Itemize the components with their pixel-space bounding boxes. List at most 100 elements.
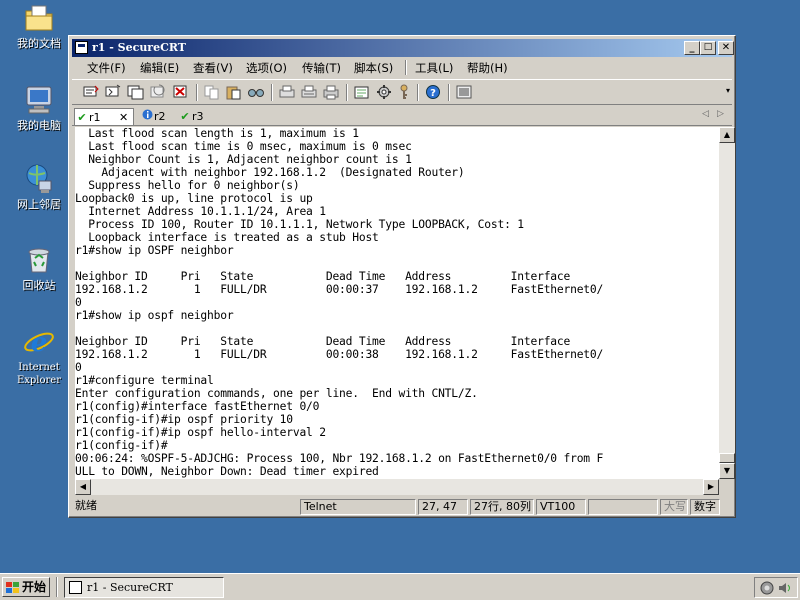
tab-label: r3 [192,110,204,123]
status-num-lock: 数字 [690,499,720,515]
status-emulation: VT100 [536,499,586,515]
paste-icon[interactable] [225,84,243,100]
copy-icon[interactable] [203,84,221,100]
session-options-icon[interactable] [353,84,371,100]
disconnect-icon[interactable] [172,84,190,100]
key-map-icon[interactable] [395,84,413,100]
menu-options[interactable]: 选项(O) [246,60,287,76]
terminal-line: Loopback0 is up, line protocol is up [75,192,313,205]
title-bar[interactable]: r1 - SecureCRT _ □ ✕ [72,39,734,57]
find-icon[interactable] [247,84,265,100]
menu-file[interactable]: 文件(F) [87,60,126,76]
svg-text:?: ? [430,88,436,99]
menu-edit[interactable]: 编辑(E) [140,60,179,76]
terminal-line: Neighbor Count is 1, Adjacent neighbor c… [75,153,412,166]
scroll-right-icon[interactable]: ▶ [703,479,719,495]
print-selection-icon[interactable] [300,84,318,100]
terminal-line: 192.168.1.2 1 FULL/DR 00:00:38 192.168.1… [75,348,604,361]
vertical-scrollbar[interactable]: ▲ ▼ [719,127,735,479]
terminal-line: ULL to DOWN, Neighbor Down: Dead timer e… [75,465,379,478]
toolbar-separator [417,84,419,101]
terminal-line: 0 [75,296,82,309]
scroll-down-icon[interactable]: ▼ [719,463,735,479]
terminal-line: Internet Address 10.1.1.1/24, Area 1 [75,205,326,218]
my-computer-icon [23,84,55,116]
help-icon[interactable]: ? [424,84,442,100]
tray-volume-icon[interactable] [777,580,793,596]
terminal-output[interactable]: Last flood scan length is 1, maximum is … [75,127,719,479]
maximize-button[interactable]: □ [700,41,716,55]
horizontal-scrollbar[interactable]: ◀ ▶ [75,479,719,495]
window-title: r1 - SecureCRT [92,41,186,54]
status-protocol: Telnet [300,499,416,515]
menu-transfer[interactable]: 传输(T) [302,60,341,76]
taskbar-separator [56,577,58,597]
reconnect-icon[interactable] [149,84,167,100]
about-icon[interactable] [455,84,473,100]
connect-tab-icon[interactable] [127,84,145,100]
status-bar: 就绪 Telnet 27, 47 27行, 80列 VT100 大写 数字 [72,498,732,516]
tray-network-icon[interactable] [759,580,775,596]
taskbar-securecrt-button[interactable]: r1 - SecureCRT [64,577,224,598]
tab-label: r1 [89,111,101,124]
desktop-icon-recycle-bin[interactable]: 回收站 [8,244,70,292]
desktop-icon-label: 我的文档 [17,37,61,50]
menu-help[interactable]: 帮助(H) [467,60,508,76]
toolbar-separator [448,84,450,101]
system-tray [754,577,798,598]
status-blank [588,499,658,515]
svg-text:e: e [31,328,48,358]
minimize-button[interactable]: _ [684,41,700,55]
tab-r2[interactable]: r2 [140,108,174,125]
terminal-line: Neighbor ID Pri State Dead Time Address … [75,335,571,348]
scroll-up-icon[interactable]: ▲ [719,127,735,143]
taskbar: 开始 r1 - SecureCRT [0,573,800,600]
tab-scroll-left-icon[interactable]: ◁ [702,109,709,119]
desktop-icon-my-documents[interactable]: 我的文档 [8,2,70,50]
start-button[interactable]: 开始 [2,577,50,597]
terminal-line: r1#show ip OSPF neighbor [75,244,234,257]
desktop-icon-my-computer[interactable]: 我的电脑 [8,84,70,132]
close-button[interactable]: ✕ [718,41,734,55]
terminal-line: Adjacent with neighbor 192.168.1.2 (Desi… [75,166,465,179]
toolbar-separator [346,84,348,101]
terminal-line: 0 [75,361,82,374]
securecrt-app-icon [75,41,88,54]
global-options-icon[interactable] [375,84,393,100]
desktop-icon-network-places[interactable]: 网上邻居 [8,163,70,211]
terminal-line: Loopback interface is treated as a stub … [75,231,379,244]
toolbar: ? ▾ [72,79,732,105]
session-tab-bar: ✔ r1 ✕ r2 ✔ r3 ◁ ▷ [72,107,732,126]
terminal-line: Process ID 100, Router ID 10.1.1.1, Netw… [75,218,524,231]
menu-bar: 文件(F) 编辑(E) 查看(V) 选项(O) 传输(T) 脚本(S) 工具(L… [72,58,732,77]
quick-connect-icon[interactable] [104,84,122,100]
menu-separator [405,60,407,75]
tab-label: r2 [154,110,166,123]
print-setup-icon[interactable] [278,84,296,100]
terminal-line: r1#configure terminal [75,374,214,387]
menu-view[interactable]: 查看(V) [193,60,233,76]
terminal-line: r1(config-if)#ip ospf priority 10 [75,413,293,426]
toolbar-overflow-chevron-icon[interactable]: ▾ [726,86,730,95]
windows-logo-icon [6,581,19,593]
terminal-line: r1(config-if)#ip ospf hello-interval 2 [75,426,326,439]
status-terminal-size: 27行, 80列 [470,499,534,515]
tab-scroll-right-icon[interactable]: ▷ [717,109,724,119]
scroll-left-icon[interactable]: ◀ [75,479,91,495]
menu-script[interactable]: 脚本(S) [354,60,393,76]
securecrt-window: r1 - SecureCRT _ □ ✕ 文件(F) 编辑(E) 查看(V) 选… [68,35,736,518]
scroll-thumb[interactable] [719,453,735,463]
print-icon[interactable] [322,84,340,100]
tab-r1[interactable]: ✔ r1 ✕ [74,108,134,125]
internet-explorer-icon: e [23,326,55,358]
tab-r3[interactable]: ✔ r3 [178,108,212,125]
terminal-line: 192.168.1.2 1 FULL/DR 00:00:37 192.168.1… [75,283,604,296]
desktop-icon-internet-explorer[interactable]: e Internet Explorer [8,326,70,387]
recycle-bin-icon [23,244,55,276]
toolbar-separator [196,84,198,101]
menu-tools[interactable]: 工具(L) [415,60,453,76]
connect-icon[interactable] [82,84,100,100]
tab-close-icon[interactable]: ✕ [119,109,128,126]
